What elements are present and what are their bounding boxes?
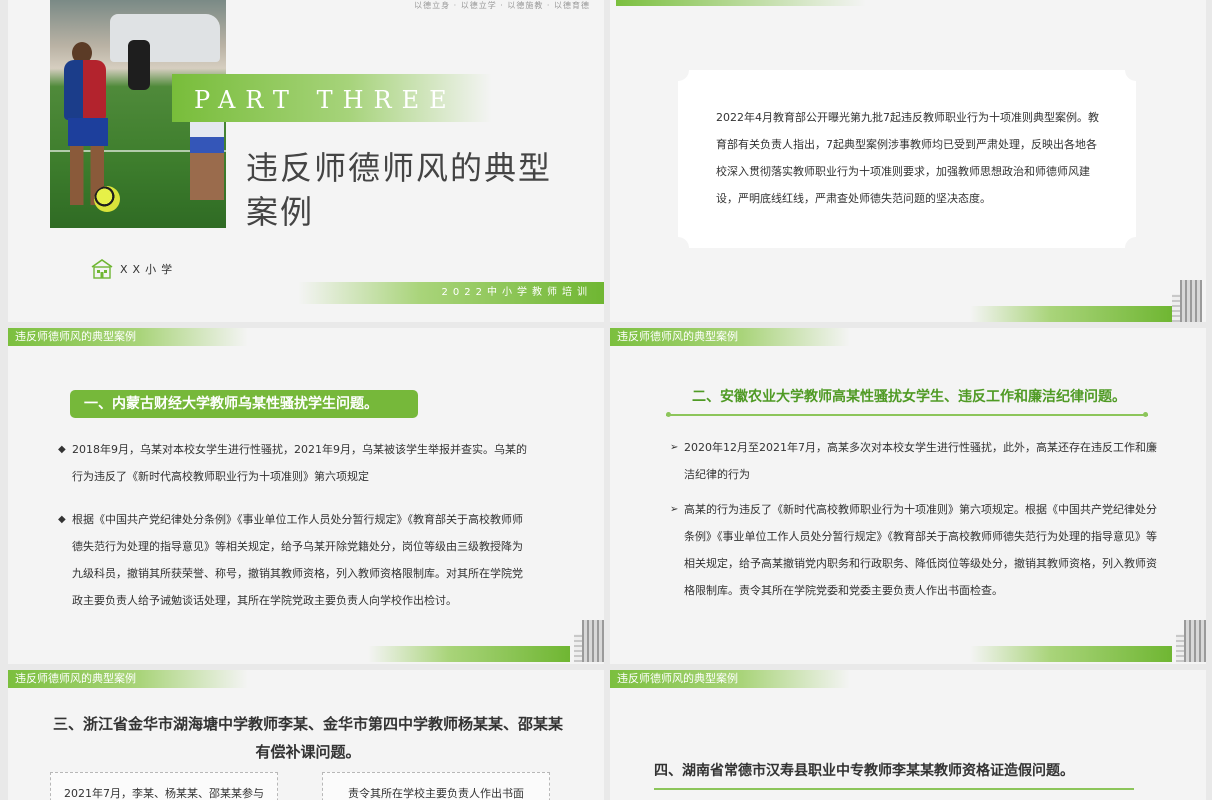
- building-icon: [1176, 620, 1206, 662]
- detail-box-left: 2021年7月，李某、杨某某、邵某某参与: [50, 772, 278, 800]
- section-tag: 违反师德师风的典型案例: [610, 328, 850, 346]
- detail-box-right: 责令其所在学校主要负责人作出书面: [322, 772, 550, 800]
- case-bullet: ➢ 2020年12月至2021年7月，高某多次对本校女学生进行性骚扰，此外，高某…: [670, 434, 1164, 488]
- bottom-bar: [970, 646, 1172, 662]
- diamond-icon: ◆: [58, 514, 66, 525]
- section-tag: 违反师德师风的典型案例: [610, 670, 850, 688]
- slide-case-four[interactable]: 违反师德师风的典型案例 四、湖南省常德市汉寿县职业中专教师李某某教师资格证造假问…: [610, 670, 1206, 800]
- bottom-bar: [970, 306, 1172, 322]
- bottom-bar: [368, 646, 570, 662]
- slide-grid: 以德立身 · 以德立学 · 以德施教 · 以德育德 PART THREE 违反师…: [0, 0, 1212, 800]
- heading-underline: [666, 412, 1148, 417]
- arrow-icon: ➢: [670, 442, 679, 453]
- case-heading: 四、湖南省常德市汉寿县职业中专教师李某某教师资格证造假问题。: [654, 763, 1074, 779]
- case-bullet: ➢ 高某的行为违反了《新时代高校教师职业行为十项准则》第六项规定。根据《中国共产…: [670, 496, 1164, 604]
- case-bullet: ◆ 根据《中国共产党纪律处分条例》《事业单位工作人员处分暂行规定》《教育部关于高…: [58, 506, 532, 614]
- school-building-icon: [91, 259, 113, 279]
- slide-case-one[interactable]: 违反师德师风的典型案例 一、内蒙古财经大学教师乌某性骚扰学生问题。 ◆ 2018…: [8, 328, 604, 664]
- top-tag-bar: [616, 0, 866, 6]
- motto-text: 以德立身 · 以德立学 · 以德施教 · 以德育德: [414, 1, 590, 10]
- footer-bar: 2022中小学教师培训: [298, 282, 604, 304]
- intro-card: 2022年4月教育部公开曝光第九批7起违反教师职业行为十项准则典型案例。教育部有…: [667, 59, 1136, 259]
- part-label: PART THREE: [194, 86, 457, 114]
- heading-underline: [654, 788, 1134, 790]
- building-icon: [574, 620, 604, 662]
- diamond-icon: ◆: [58, 444, 66, 455]
- arrow-icon: ➢: [670, 504, 679, 515]
- school-name: XX小学: [120, 263, 178, 276]
- slide-case-two[interactable]: 违反师德师风的典型案例 二、安徽农业大学教师高某性骚扰女学生、违反工作和廉洁纪律…: [610, 328, 1206, 664]
- section-tag: 违反师德师风的典型案例: [8, 670, 248, 688]
- section-title: 违反师德师风的典型案例: [246, 149, 553, 231]
- intro-paragraph: 2022年4月教育部公开曝光第九批7起违反教师职业行为十项准则典型案例。教育部有…: [716, 111, 1099, 205]
- case-heading: 一、内蒙古财经大学教师乌某性骚扰学生问题。: [70, 390, 418, 418]
- school-logo: XX小学: [90, 258, 177, 280]
- slide-case-three[interactable]: 违反师德师风的典型案例 三、浙江省金华市湖海塘中学教师李某、金华市第四中学教师杨…: [8, 670, 604, 800]
- slide-part-three-cover[interactable]: 以德立身 · 以德立学 · 以德施教 · 以德育德 PART THREE 违反师…: [8, 0, 604, 322]
- section-tag: 违反师德师风的典型案例: [8, 328, 248, 346]
- case-heading: 三、浙江省金华市湖海塘中学教师李某、金华市第四中学教师杨某某、邵某某有偿补课问题…: [52, 715, 563, 761]
- case-heading: 二、安徽农业大学教师高某性骚扰女学生、违反工作和廉洁纪律问题。: [692, 389, 1126, 405]
- building-icon: [1172, 280, 1202, 322]
- case-bullet: ◆ 2018年9月，乌某对本校女学生进行性骚扰，2021年9月，乌某被该学生举报…: [58, 436, 532, 490]
- slide-intro[interactable]: 2022年4月教育部公开曝光第九批7起违反教师职业行为十项准则典型案例。教育部有…: [610, 0, 1206, 322]
